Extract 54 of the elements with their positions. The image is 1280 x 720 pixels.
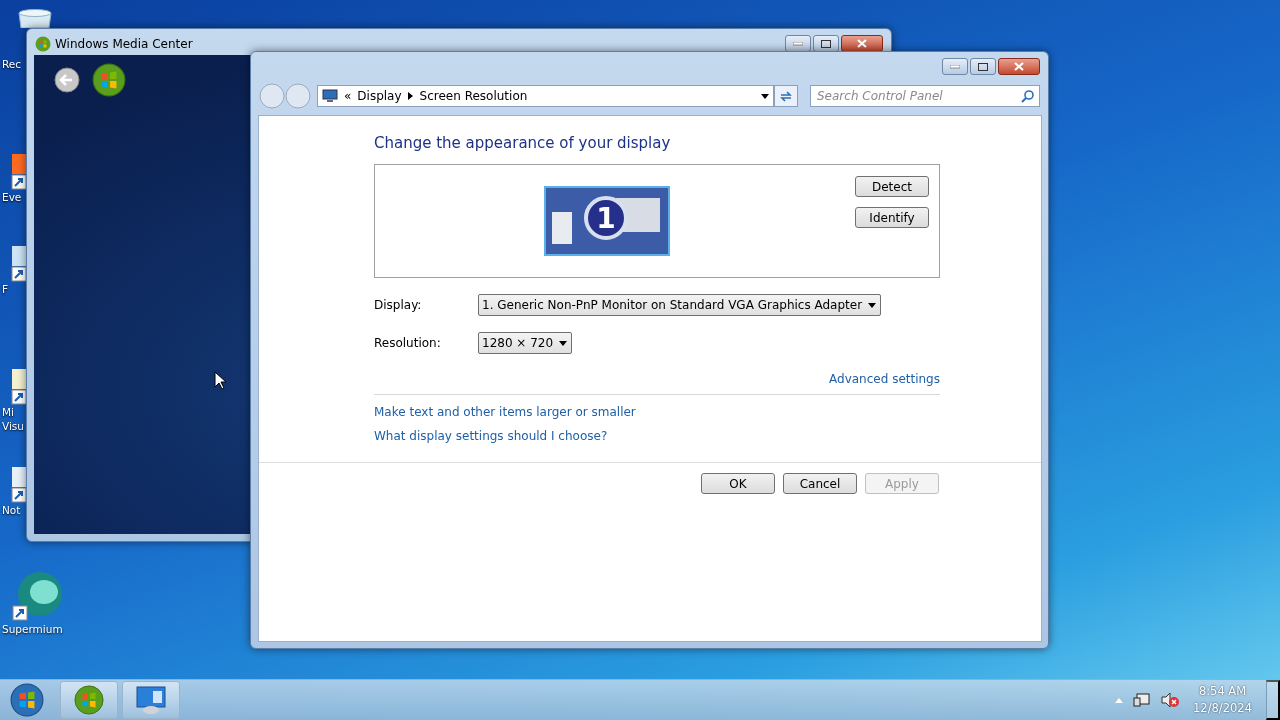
start-button[interactable] (10, 683, 44, 717)
refresh-button[interactable] (774, 85, 798, 107)
field-label: Display: (374, 298, 423, 312)
desktop-icon-label[interactable]: Mi (0, 405, 14, 419)
caret-icon (868, 302, 877, 308)
dialog-button[interactable]: OK (701, 473, 775, 494)
help-link[interactable]: What display settings should I choose? (374, 429, 608, 443)
close-icon (1014, 62, 1024, 71)
monitor-icon (322, 89, 338, 103)
page-heading: Change the appearance of your display (374, 134, 672, 152)
desktop-icon-label[interactable]: Visu (0, 419, 24, 433)
close-icon (857, 39, 867, 48)
recycle-bin-icon[interactable] (16, 9, 54, 28)
maximize-button[interactable] (970, 58, 996, 75)
control-panel-icon (135, 685, 167, 715)
dropdown[interactable]: 1280 × 720 (478, 332, 572, 354)
desktop-icon-label[interactable]: F (0, 282, 9, 296)
dialog-button[interactable]: Cancel (783, 473, 857, 494)
volume-muted-icon[interactable] (1161, 692, 1180, 708)
refresh-icon (779, 89, 793, 103)
taskbar-button[interactable] (122, 681, 180, 719)
overflow-chevron[interactable]: « (344, 89, 352, 103)
show-desktop-button[interactable] (1266, 680, 1280, 720)
advanced-settings-link[interactable]: Advanced settings (829, 372, 940, 386)
breadcrumb-item[interactable]: Screen Resolution (419, 89, 528, 103)
dialog-button[interactable]: Detect (855, 176, 929, 197)
caret-icon (559, 340, 567, 346)
maximize-icon (821, 39, 831, 48)
dialog-button[interactable]: Identify (855, 207, 929, 228)
back-icon[interactable] (54, 67, 80, 93)
search-icon[interactable] (1021, 89, 1035, 103)
minimize-icon (793, 41, 803, 46)
app-icon (35, 36, 51, 52)
breadcrumb-item[interactable]: Display (357, 89, 402, 103)
desktop-icon-label[interactable]: Supermium (0, 622, 63, 636)
maximize-icon (978, 62, 988, 71)
mouse-cursor-icon (214, 371, 226, 390)
desktop-icon-label[interactable]: Eve (0, 190, 22, 204)
dropdown-icon[interactable] (761, 93, 769, 99)
desktop-icon-label[interactable]: Not (0, 503, 21, 517)
media-center-icon[interactable] (74, 685, 104, 715)
help-link[interactable]: Make text and other items larger or smaller (374, 405, 636, 419)
dropdown[interactable]: 1. Generic Non-PnP Monitor on Standard VGA Graphics Adapter (478, 294, 882, 316)
separator-icon[interactable] (407, 92, 414, 100)
start-orb-icon[interactable] (92, 63, 126, 97)
minimize-icon (950, 64, 960, 69)
taskbar-button[interactable] (60, 681, 118, 719)
close-button[interactable] (998, 58, 1040, 75)
search-field[interactable]: Search Control Panel (810, 85, 1040, 107)
window-title: Windows Media Center (55, 37, 193, 51)
desktop-icon-label[interactable]: Rec (0, 57, 22, 71)
network-icon[interactable] (1133, 692, 1152, 708)
field-label: Resolution: (374, 336, 442, 350)
address-bar[interactable]: « Display Screen Resolution (317, 85, 774, 107)
